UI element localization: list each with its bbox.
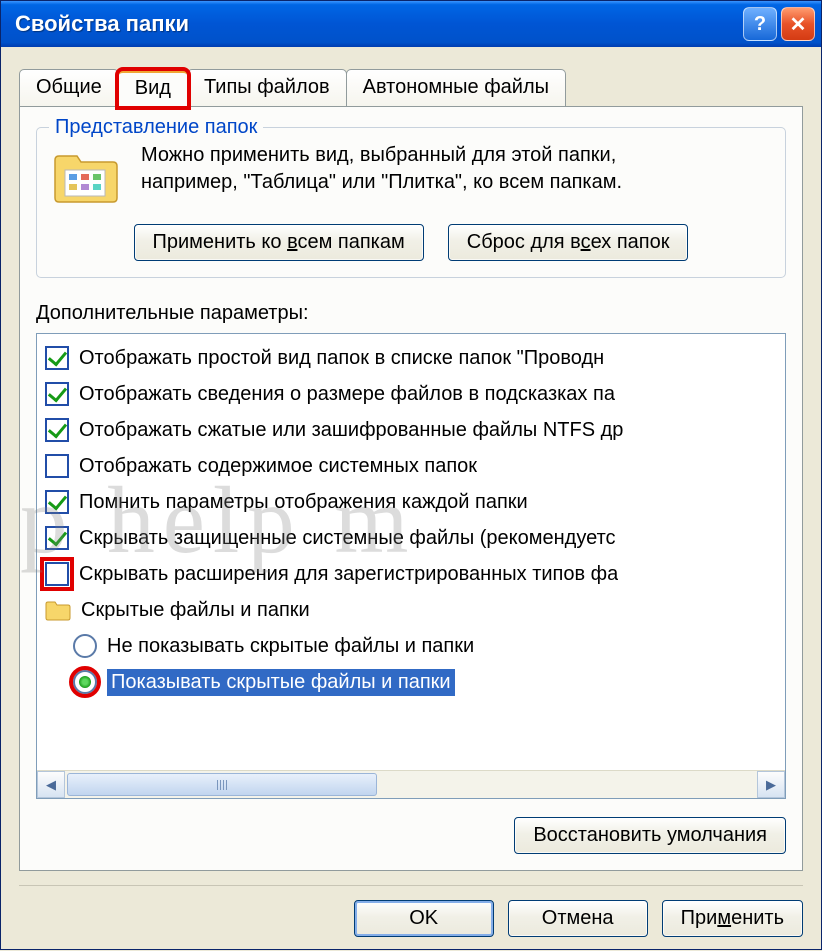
tree-item-5[interactable]: Скрывать защищенные системные файлы (рек… <box>45 520 785 556</box>
advanced-label: Дополнительные параметры: <box>36 302 786 325</box>
tree-item-0[interactable]: Отображать простой вид папок в списке па… <box>45 340 785 376</box>
scroll-right-button[interactable]: ▶ <box>757 771 785 798</box>
tree-item-3[interactable]: Отображать содержимое системных папок <box>45 448 785 484</box>
radio[interactable] <box>73 634 97 658</box>
help-button[interactable]: ? <box>743 7 777 41</box>
radio[interactable] <box>73 670 97 694</box>
checkbox[interactable] <box>45 490 69 514</box>
window-title: Свойства папки <box>15 11 739 37</box>
checkbox[interactable] <box>45 562 69 586</box>
item-label: Скрытые файлы и папки <box>81 599 310 622</box>
folder-views-group: Представление папок Можно применить вид,… <box>36 127 786 278</box>
ok-button[interactable]: OK <box>354 900 494 937</box>
close-button[interactable]: ✕ <box>781 7 815 41</box>
tree-item-8[interactable]: Не показывать скрытые файлы и папки <box>45 628 785 664</box>
tree-body[interactable]: Отображать простой вид папок в списке па… <box>37 334 785 770</box>
item-label: Отображать сведения о размере файлов в п… <box>79 383 615 406</box>
item-label: Скрывать защищенные системные файлы (рек… <box>79 527 616 550</box>
reset-all-button[interactable]: Сброс для всех папок <box>448 224 689 261</box>
tree-item-1[interactable]: Отображать сведения о размере файлов в п… <box>45 376 785 412</box>
tab-strip: Общие Вид Типы файлов Автономные файлы <box>19 69 803 106</box>
tree-item-6[interactable]: Скрывать расширения для зарегистрированн… <box>45 556 785 592</box>
horizontal-scrollbar[interactable]: ◀ ▶ <box>37 770 785 798</box>
folder-views-text: Можно применить вид, выбранный для этой … <box>141 142 622 196</box>
folder-icon <box>45 599 71 621</box>
item-label: Показывать скрытые файлы и папки <box>107 669 455 696</box>
dialog-buttons: OK Отмена Применить <box>19 885 803 937</box>
item-label: Отображать содержимое системных папок <box>79 455 477 478</box>
item-label: Отображать простой вид папок в списке па… <box>79 347 604 370</box>
scroll-track[interactable] <box>65 771 757 798</box>
checkbox[interactable] <box>45 346 69 370</box>
scroll-left-button[interactable]: ◀ <box>37 771 65 798</box>
tab-general[interactable]: Общие <box>19 69 119 106</box>
tree-item-7[interactable]: Скрытые файлы и папки <box>45 592 785 628</box>
apply-button[interactable]: Применить <box>662 900 803 937</box>
folder-options-window: Свойства папки ? ✕ p help m Общие Вид Ти… <box>0 0 822 950</box>
folder-views-icon <box>51 146 123 206</box>
folder-views-title: Представление папок <box>49 116 263 139</box>
checkbox[interactable] <box>45 454 69 478</box>
tab-offline[interactable]: Автономные файлы <box>346 69 566 106</box>
tab-view[interactable]: Вид <box>118 70 188 107</box>
scroll-thumb[interactable] <box>67 773 377 796</box>
item-label: Помнить параметры отображения каждой пап… <box>79 491 528 514</box>
advanced-settings-tree: Отображать простой вид папок в списке па… <box>36 333 786 799</box>
apply-to-all-button[interactable]: Применить ко всем папкам <box>134 224 424 261</box>
titlebar[interactable]: Свойства папки ? ✕ <box>1 1 821 47</box>
tab-panel-view: Представление папок Можно применить вид,… <box>19 106 803 871</box>
close-icon: ✕ <box>790 12 807 37</box>
tree-item-4[interactable]: Помнить параметры отображения каждой пап… <box>45 484 785 520</box>
tree-item-9[interactable]: Показывать скрытые файлы и папки <box>45 664 785 700</box>
tab-filetypes[interactable]: Типы файлов <box>187 69 347 106</box>
checkbox[interactable] <box>45 382 69 406</box>
checkbox[interactable] <box>45 526 69 550</box>
cancel-button[interactable]: Отмена <box>508 900 648 937</box>
restore-defaults-button[interactable]: Восстановить умолчания <box>514 817 786 854</box>
item-label: Отображать сжатые или зашифрованные файл… <box>79 419 623 442</box>
checkbox[interactable] <box>45 418 69 442</box>
item-label: Скрывать расширения для зарегистрированн… <box>79 563 618 586</box>
client-area: p help m Общие Вид Типы файлов Автономны… <box>1 47 821 951</box>
item-label: Не показывать скрытые файлы и папки <box>107 635 474 658</box>
help-icon: ? <box>754 13 766 36</box>
tree-item-2[interactable]: Отображать сжатые или зашифрованные файл… <box>45 412 785 448</box>
